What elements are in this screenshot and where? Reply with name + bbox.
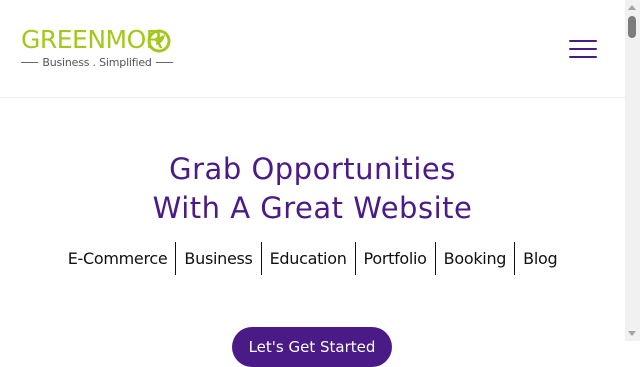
tagline: Business . Simplified	[42, 55, 152, 69]
logo-wordmark: GREENMOR	[21, 25, 163, 54]
category-list: E-Commerce Business Education Portfolio …	[0, 242, 625, 275]
category-portfolio[interactable]: Portfolio	[354, 242, 435, 275]
category-education[interactable]: Education	[260, 242, 355, 275]
category-business[interactable]: Business	[175, 242, 260, 275]
leaf-icon	[147, 29, 171, 53]
scroll-up-arrow-icon[interactable]	[628, 5, 636, 10]
logo[interactable]: GREENMOR Business . Simplified	[21, 25, 174, 71]
site-header: GREENMOR Business . Simplified	[0, 0, 625, 98]
category-booking[interactable]: Booking	[434, 242, 514, 275]
divider	[155, 61, 174, 63]
hamburger-icon-bar	[569, 40, 597, 42]
scroll-down-arrow-icon[interactable]	[628, 331, 636, 336]
menu-button[interactable]	[569, 38, 597, 60]
get-started-button[interactable]: Let's Get Started	[232, 327, 392, 367]
hero-title-line: With A Great Website	[152, 191, 473, 225]
scrollbar[interactable]	[625, 0, 640, 341]
hero-title-line: Grab Opportunities	[169, 152, 456, 186]
category-ecommerce[interactable]: E-Commerce	[60, 242, 176, 275]
hamburger-icon-bar	[569, 48, 597, 50]
hero-title: Grab Opportunities With A Great Website	[0, 150, 625, 228]
hamburger-icon-bar	[569, 56, 597, 58]
divider	[21, 61, 39, 63]
tagline-row: Business . Simplified	[21, 55, 174, 69]
category-blog[interactable]: Blog	[514, 242, 565, 275]
scrollbar-thumb[interactable]	[628, 16, 636, 38]
